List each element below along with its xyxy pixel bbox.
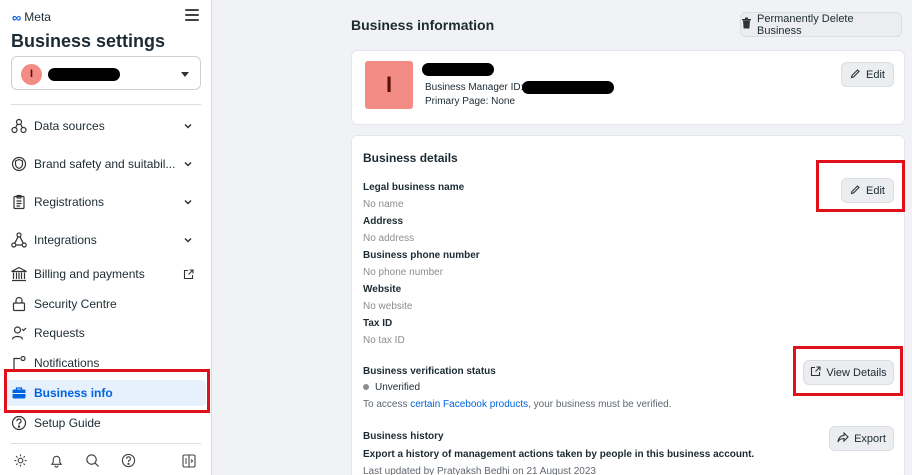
legal-name-value: No name <box>363 199 404 210</box>
address-label: Address <box>363 216 404 227</box>
external-link-icon <box>182 268 194 280</box>
integrations-icon <box>10 231 28 249</box>
chevron-down-icon <box>182 196 194 208</box>
bank-icon <box>10 265 28 283</box>
export-button[interactable]: Export <box>829 426 894 451</box>
sidebar-item-brand-safety[interactable]: Brand safety and suitabil... <box>10 151 206 177</box>
business-details-card: Business details Edit Legal business nam… <box>351 135 905 475</box>
sidebar-item-security-centre[interactable]: Security Centre <box>10 291 206 317</box>
business-history-label: Business history <box>363 431 444 442</box>
website-value: No website <box>363 301 413 312</box>
chevron-down-icon <box>182 120 194 132</box>
verification-note-suffix: , your business must be verified. <box>528 399 672 410</box>
sidebar-footer-icons <box>12 452 136 468</box>
sidebar-item-setup-guide[interactable]: Setup Guide <box>10 410 206 436</box>
chevron-down-icon <box>181 72 189 77</box>
legal-name-label: Legal business name <box>363 182 465 193</box>
view-details-button[interactable]: View Details <box>803 360 894 385</box>
delete-button-label: Permanently Delete Business <box>757 12 854 37</box>
sidebar-divider <box>11 443 201 444</box>
verification-note: To access certain Facebook products, you… <box>363 399 672 410</box>
share-arrow-icon <box>837 431 849 446</box>
sidebar-item-label: Requests <box>34 326 85 340</box>
primary-page: Primary Page: None <box>425 96 516 107</box>
account-selector[interactable]: I <box>11 56 201 90</box>
sidebar-divider <box>11 104 201 105</box>
website-label: Website <box>363 284 402 295</box>
gear-icon[interactable] <box>12 452 28 468</box>
page-title: Business information <box>351 17 495 33</box>
business-history-last-updated: Last updated by Pratyaksh Bedhi on 21 Au… <box>363 466 596 475</box>
view-details-label: View Details <box>826 366 887 379</box>
sidebar-item-data-sources[interactable]: Data sources <box>10 113 206 139</box>
help-icon[interactable] <box>120 452 136 468</box>
sidebar-item-notifications[interactable]: Notifications <box>10 350 206 376</box>
edit-profile-button[interactable]: Edit <box>841 62 894 87</box>
lock-icon <box>10 295 28 313</box>
sidebar-item-integrations[interactable]: Integrations <box>10 227 206 253</box>
sidebar-title: Business settings <box>11 31 166 51</box>
sidebar-item-label: Data sources <box>34 119 105 133</box>
chevron-down-icon <box>182 234 194 246</box>
verification-status-label: Business verification status <box>363 366 496 377</box>
tax-id-label: Tax ID <box>363 318 393 329</box>
notification-icon <box>10 354 28 372</box>
sidebar: ∞ Meta Business settings I Data sources … <box>0 0 212 475</box>
sidebar-item-label: Security Centre <box>34 297 117 311</box>
business-history-description: Export a history of management actions t… <box>363 449 755 460</box>
question-icon <box>10 414 28 432</box>
external-link-icon <box>810 365 821 380</box>
bell-icon[interactable] <box>48 452 64 468</box>
facebook-products-link[interactable]: certain Facebook products <box>410 399 528 410</box>
account-avatar: I <box>21 64 42 85</box>
search-icon[interactable] <box>84 452 100 468</box>
business-manager-id-label: Business Manager ID: <box>425 82 524 93</box>
data-sources-icon <box>10 117 28 135</box>
sidebar-item-billing[interactable]: Billing and payments <box>10 261 206 287</box>
pencil-icon <box>850 68 861 82</box>
meta-logo: ∞ Meta <box>12 10 51 24</box>
sidebar-item-label: Registrations <box>34 195 105 209</box>
sidebar-item-requests[interactable]: Requests <box>10 320 206 346</box>
business-profile-card: I Business Manager ID: Primary Page: Non… <box>351 50 905 125</box>
verification-status-value: Unverified <box>375 382 421 393</box>
meta-brand-text: Meta <box>24 10 51 24</box>
status-dot <box>363 384 369 391</box>
sidebar-item-label: Notifications <box>34 356 100 370</box>
account-name-redacted <box>48 68 120 81</box>
business-name-redacted <box>422 63 494 76</box>
person-request-icon <box>10 324 28 342</box>
sidebar-item-label: Integrations <box>34 233 97 247</box>
chevron-down-icon <box>182 158 194 170</box>
shield-icon <box>10 155 28 173</box>
sidebar-collapse-icon[interactable] <box>182 454 196 468</box>
edit-details-button[interactable]: Edit <box>841 178 894 203</box>
address-value: No address <box>363 233 415 244</box>
edit-label: Edit <box>866 68 885 81</box>
sidebar-item-label: Setup Guide <box>34 416 101 430</box>
verification-note-prefix: To access <box>363 399 411 410</box>
business-details-title: Business details <box>363 151 458 165</box>
trash-icon <box>741 17 752 32</box>
export-label: Export <box>854 432 886 445</box>
sidebar-item-business-info[interactable]: Business info <box>6 380 206 406</box>
menu-icon[interactable] <box>185 9 199 21</box>
phone-value: No phone number <box>363 267 444 278</box>
edit-label: Edit <box>866 184 885 197</box>
business-logo: I <box>365 61 413 109</box>
tax-id-value: No tax ID <box>363 335 405 346</box>
sidebar-item-label: Brand safety and suitabil... <box>34 157 176 171</box>
sidebar-item-label: Billing and payments <box>34 267 145 281</box>
business-manager-id-redacted <box>522 81 614 94</box>
sidebar-item-label: Business info <box>34 386 113 400</box>
phone-label: Business phone number <box>363 250 480 261</box>
permanently-delete-business-button[interactable]: Permanently Delete Business <box>740 12 902 37</box>
sidebar-item-registrations[interactable]: Registrations <box>10 189 206 215</box>
pencil-icon <box>850 184 861 198</box>
briefcase-icon <box>10 384 28 402</box>
verification-status: Unverified <box>363 382 420 393</box>
meta-infinity-icon: ∞ <box>12 9 22 25</box>
clipboard-icon <box>10 193 28 211</box>
